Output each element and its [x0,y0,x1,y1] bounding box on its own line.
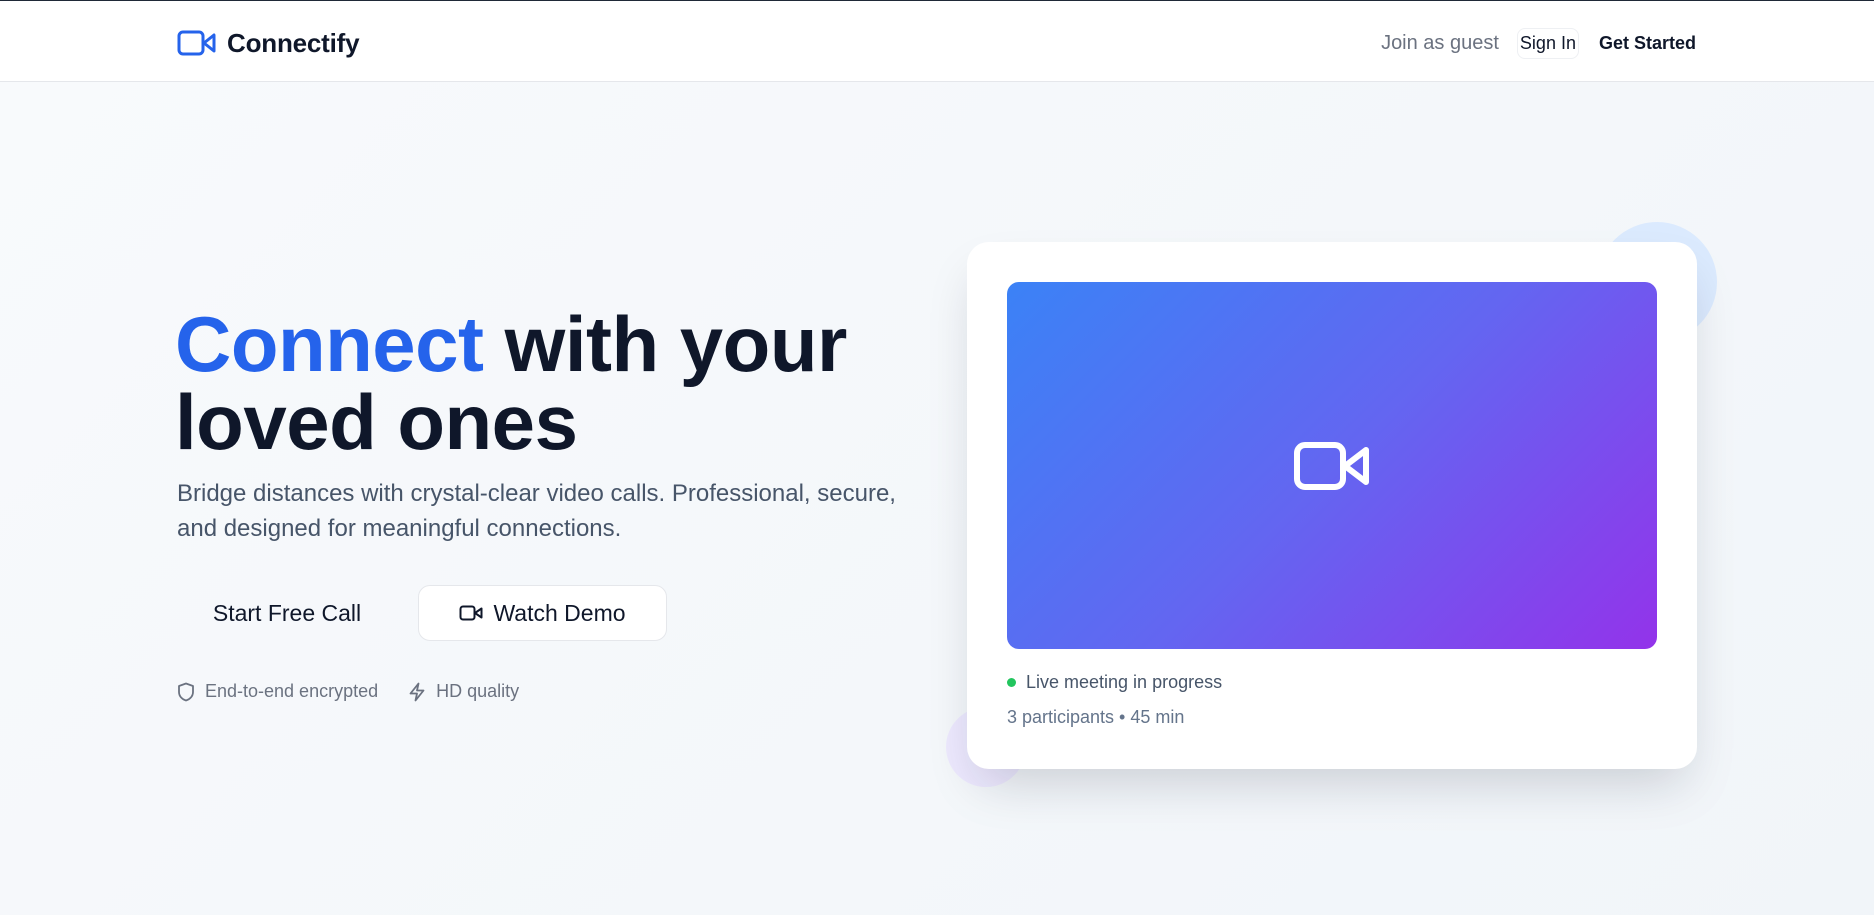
brand-logo[interactable]: Connectify [177,27,360,59]
lightning-icon [409,682,425,701]
start-free-call-button[interactable]: Start Free Call [177,586,397,640]
meeting-meta: 3 participants • 45 min [1007,707,1185,727]
hero-subtitle: Bridge distances with crystal-clear vide… [177,480,896,542]
hero-title: Connect with your loved ones [175,305,895,461]
video-camera-icon [177,30,216,56]
join-as-guest-link[interactable]: Join as guest [1381,32,1499,55]
video-camera-icon [459,605,483,621]
meeting-preview-card[interactable]: Live meeting in progress 3 participants … [967,242,1697,769]
top-navbar: Connectify Join as guest Sign In Get Sta… [0,1,1874,82]
brand-name: Connectify [227,27,360,58]
shield-icon [178,682,194,701]
get-started-button[interactable]: Get Started [1599,33,1696,54]
feature-encrypted: End-to-end encrypted [177,681,378,702]
watch-demo-label: Watch Demo [493,599,626,626]
hero-title-accent: Connect [175,300,484,388]
feature-hd-quality: HD quality [408,681,519,702]
live-status-label: Live meeting in progress [1026,672,1223,692]
header-nav: Join as guest Sign In Get Started [1381,25,1696,61]
video-preview[interactable] [1007,282,1657,649]
feature-label: End-to-end encrypted [205,681,379,701]
feature-label: HD quality [436,681,520,701]
sign-in-button[interactable]: Sign In [1516,27,1579,59]
live-status: Live meeting in progress [1007,672,1222,693]
watch-demo-button[interactable]: Watch Demo [418,585,667,641]
feature-list: End-to-end encrypted HD quality [177,681,519,702]
video-camera-icon [1294,441,1369,490]
live-indicator-dot [1007,678,1016,687]
